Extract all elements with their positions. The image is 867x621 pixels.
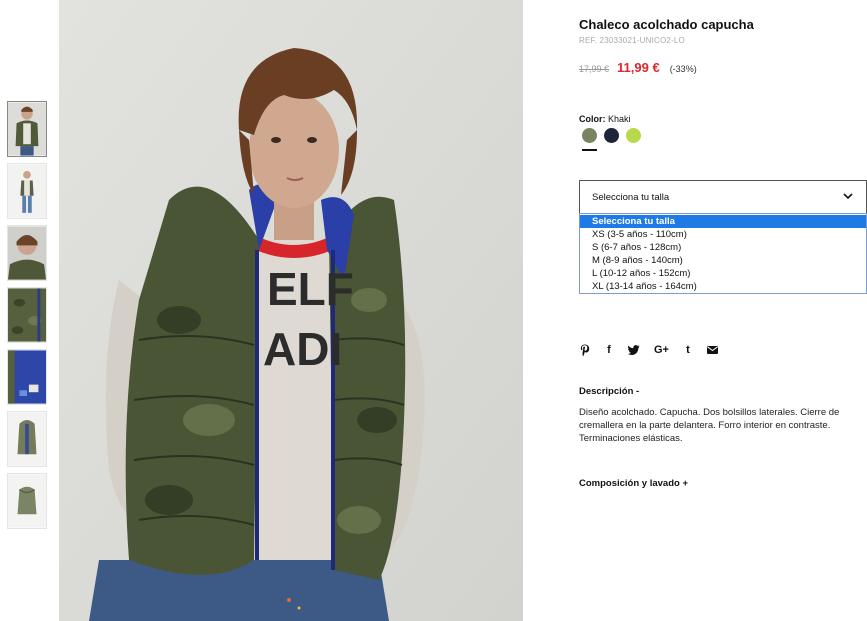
thumbnail-image <box>8 164 46 218</box>
thumbnail-3[interactable] <box>7 225 47 281</box>
twitter-icon[interactable] <box>628 343 640 357</box>
tumblr-icon[interactable]: t <box>683 343 693 357</box>
facebook-icon[interactable]: f <box>604 343 614 357</box>
product-title: Chaleco acolchado capucha <box>579 17 754 32</box>
swatch-navy[interactable] <box>604 128 619 143</box>
size-option-s[interactable]: S (6-7 años - 128cm) <box>580 241 866 254</box>
selected-color-name: Khaki <box>608 114 631 124</box>
thumbnail-1[interactable] <box>7 101 47 157</box>
thumbnail-5[interactable] <box>7 349 47 405</box>
discount-percentage: (-33%) <box>669 64 697 74</box>
boy-in-vest-photo: ELF ADI <box>59 0 523 621</box>
composition-toggle[interactable]: Composición y lavado + <box>579 478 688 489</box>
color-swatches <box>582 128 648 151</box>
pinterest-icon[interactable] <box>580 343 590 357</box>
thumbnail-image <box>8 412 46 466</box>
thumbnail-image <box>8 350 46 404</box>
main-product-image: ELF ADI <box>59 0 523 621</box>
svg-text:ADI: ADI <box>263 323 342 375</box>
thumbnail-image <box>8 288 46 342</box>
description-toggle[interactable]: Descripción - <box>579 386 639 397</box>
color-label: Color: Khaki <box>579 114 631 124</box>
size-select-value: Selecciona tu talla <box>592 191 670 203</box>
chevron-down-icon <box>843 193 853 200</box>
size-option-xs[interactable]: XS (3-5 años - 110cm) <box>580 228 866 241</box>
size-option-l[interactable]: L (10-12 años - 152cm) <box>580 267 866 280</box>
price-row: 17,99 € 11,99 € (-33%) <box>579 60 697 75</box>
color-label-prefix: Color: <box>579 114 606 124</box>
email-icon[interactable] <box>706 343 718 357</box>
size-option-xl[interactable]: XL (13-14 años - 164cm) <box>580 280 866 293</box>
thumbnail-4[interactable] <box>7 287 47 343</box>
share-icons: f G+ t <box>580 343 732 357</box>
thumbnail-6[interactable] <box>7 411 47 467</box>
thumbnail-image <box>8 474 46 528</box>
google-plus-icon[interactable]: G+ <box>654 343 669 357</box>
thumbnail-2[interactable] <box>7 163 47 219</box>
size-dropdown-list: Selecciona tu talla XS (3-5 años - 110cm… <box>579 213 867 294</box>
size-option-m[interactable]: M (8-9 años - 140cm) <box>580 254 866 267</box>
thumbnail-7[interactable] <box>7 473 47 529</box>
size-select[interactable]: Selecciona tu talla <box>579 180 867 214</box>
old-price: 17,99 € <box>579 64 610 74</box>
product-reference: REF. 23033021-UNICO2-LO <box>579 36 685 45</box>
svg-text:ELF: ELF <box>267 263 354 315</box>
thumbnail-gallery <box>7 101 47 535</box>
sale-price: 11,99 € <box>617 60 660 75</box>
size-option-placeholder[interactable]: Selecciona tu talla <box>580 215 866 228</box>
swatch-lime[interactable] <box>626 128 641 143</box>
thumbnail-image <box>8 226 46 280</box>
thumbnail-image <box>8 102 46 156</box>
swatch-khaki[interactable] <box>582 128 597 151</box>
description-text: Diseño acolchado. Capucha. Dos bolsillos… <box>579 407 840 444</box>
